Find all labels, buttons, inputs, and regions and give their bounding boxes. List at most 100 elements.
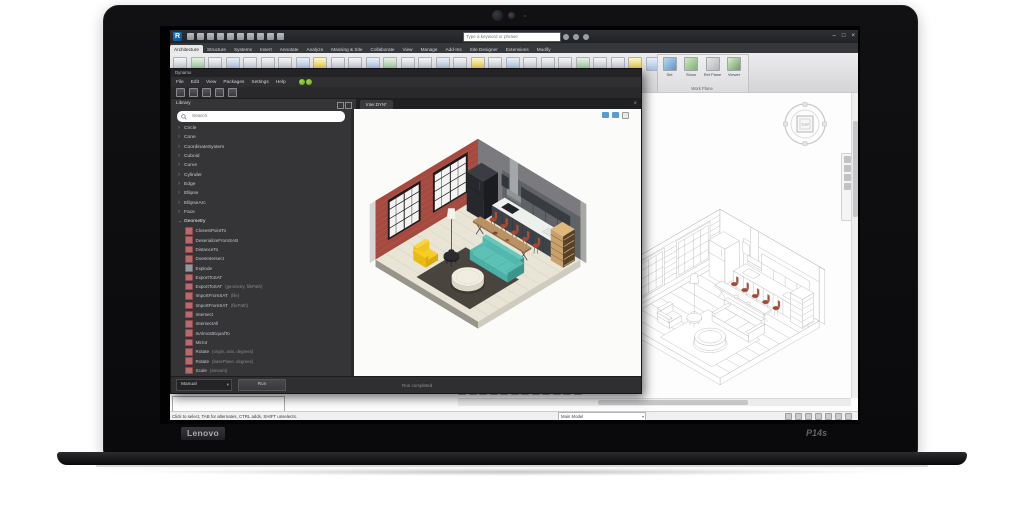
tab-manage[interactable]: Manage	[417, 45, 442, 53]
library-item-cylinder[interactable]: › Cylinder	[171, 170, 351, 179]
undo-icon[interactable]	[215, 88, 224, 97]
new-file-icon[interactable]	[176, 88, 185, 97]
library-item-cone[interactable]: › Cone	[171, 133, 351, 142]
library-node-exporttosat[interactable]: ExportToSAT	[171, 273, 351, 282]
qat-save-icon[interactable]	[186, 33, 194, 40]
tab-view[interactable]: View	[398, 45, 416, 53]
qat-undo-icon[interactable]	[206, 33, 214, 40]
help-icon[interactable]	[573, 33, 579, 40]
library-item-edge[interactable]: › Edge	[171, 180, 351, 189]
select-by-face-icon[interactable]	[824, 412, 832, 420]
library-node-intersectall[interactable]: IntersectAll	[171, 319, 351, 328]
window-minimize-button[interactable]: –	[833, 30, 836, 43]
library-item-ellipse[interactable]: › Ellipse	[171, 189, 351, 198]
qat-3dview-icon[interactable]	[256, 33, 264, 40]
workplane-refplane-button[interactable]: Ref Plane	[703, 57, 723, 77]
workplane-show-button[interactable]: Show	[681, 57, 701, 77]
tab-analyze[interactable]: Analyze	[303, 45, 328, 53]
library-node-closestpointto[interactable]: ClosestPointTo	[171, 226, 351, 235]
menu-settings[interactable]: Settings	[251, 80, 268, 85]
library-node-rotate-2[interactable]: Rotate (basePlane, degrees)	[171, 356, 351, 365]
tab-extensions[interactable]: Extensions	[502, 45, 533, 53]
library-item-curve[interactable]: › Curve	[171, 161, 351, 170]
drag-elements-icon[interactable]	[834, 412, 842, 420]
library-node-rotate[interactable]: Rotate (origin, axis, degrees)	[171, 347, 351, 356]
orbit-icon[interactable]	[844, 183, 851, 190]
dynamo-canvas[interactable]	[354, 109, 641, 376]
library-collapse-icon[interactable]	[337, 101, 344, 109]
menu-view[interactable]: View	[206, 80, 216, 85]
library-item-ellipsearc[interactable]: › EllipseArc	[171, 198, 351, 207]
menu-packages[interactable]: Packages	[223, 80, 244, 85]
library-node-scale[interactable]: Scale (amount)	[171, 366, 351, 375]
library-item-circle[interactable]: › Circle	[171, 124, 351, 133]
help-search-input[interactable]	[463, 31, 561, 42]
dynamo-titlebar[interactable]: Dynamo	[171, 69, 641, 77]
library-node-isalmostequalto[interactable]: IsAlmostEqualTo	[171, 329, 351, 338]
tab-collaborate[interactable]: Collaborate	[367, 45, 399, 53]
redo-icon[interactable]	[228, 88, 237, 97]
qat-redo-icon[interactable]	[216, 33, 224, 40]
qat-measure-icon[interactable]	[236, 33, 244, 40]
window-restore-button[interactable]: □	[842, 30, 846, 43]
menu-file[interactable]: File	[176, 80, 184, 85]
library-item-cuboid[interactable]: › Cuboid	[171, 152, 351, 161]
window-close-button[interactable]: ×	[851, 30, 855, 43]
horizontal-scrollbar-thumb[interactable]	[598, 400, 748, 405]
run-button[interactable]: Run	[238, 379, 286, 391]
qat-section-icon[interactable]	[266, 33, 274, 40]
viewcube-icon[interactable]: TOP	[782, 101, 828, 147]
signin-avatar-icon[interactable]	[563, 33, 569, 40]
workplane-viewer-button[interactable]: Viewer	[724, 57, 744, 77]
library-node-distanceto[interactable]: DistanceTo	[171, 245, 351, 254]
tab-add-ins[interactable]: Add-Ins	[442, 45, 466, 53]
tab-systems[interactable]: Systems	[230, 45, 256, 53]
library-node-deserializefromsab[interactable]: DeserializeFromSAB	[171, 236, 351, 245]
library-search-box[interactable]	[177, 111, 345, 122]
tab-massing-site[interactable]: Massing & Site	[327, 45, 366, 53]
library-node-doesintersect[interactable]: DoesIntersect	[171, 254, 351, 263]
qat-sync-icon[interactable]	[276, 33, 284, 40]
save-file-icon[interactable]	[202, 88, 211, 97]
steering-wheel-icon[interactable]	[844, 156, 851, 163]
library-node-mirror[interactable]: Mirror	[171, 338, 351, 347]
library-node-explode[interactable]: Explode	[171, 263, 351, 272]
tab-insert[interactable]: Insert	[256, 45, 276, 53]
workspace-close-icon[interactable]: ×	[633, 99, 637, 109]
qat-print-icon[interactable]	[226, 33, 234, 40]
library-search-input[interactable]	[190, 111, 341, 122]
tab-modify[interactable]: Modify	[533, 45, 555, 53]
select-underlay-icon[interactable]	[804, 412, 812, 420]
info-icon[interactable]	[583, 33, 589, 40]
vertical-scrollbar-thumb[interactable]	[853, 121, 858, 217]
tab-site-designer[interactable]: Site Designer	[466, 45, 502, 53]
select-links-icon[interactable]	[794, 412, 802, 420]
library-expand-icon[interactable]	[345, 101, 352, 109]
menu-edit[interactable]: Edit	[191, 80, 199, 85]
library-item-coordinatesystem[interactable]: › CoordinateSystem	[171, 143, 351, 152]
qat-open-icon[interactable]	[196, 33, 204, 40]
background-process-icon[interactable]	[844, 412, 852, 420]
select-pinned-icon[interactable]	[814, 412, 822, 420]
menu-help[interactable]: Help	[276, 80, 286, 85]
workplane-set-button[interactable]: Set	[660, 57, 680, 77]
library-node-exporttosat-2[interactable]: ExportToSAT (geometry, filePath)	[171, 282, 351, 291]
design-options-dropdown[interactable]: Main Model	[558, 412, 646, 420]
camera-icon[interactable]	[612, 112, 619, 118]
library-node-intersect[interactable]: Intersect	[171, 310, 351, 319]
library-node-importfromsat[interactable]: ImportFromSAT (file)	[171, 291, 351, 300]
open-file-icon[interactable]	[189, 88, 198, 97]
tab-annotate[interactable]: Annotate	[276, 45, 303, 53]
zoom-fit-icon[interactable]	[622, 112, 629, 119]
export-view-icon[interactable]	[602, 112, 609, 118]
workspace-tab[interactable]: Inter.DYN*	[360, 100, 393, 109]
pan-icon[interactable]	[844, 174, 851, 181]
zoom-icon[interactable]	[844, 165, 851, 172]
tab-structure[interactable]: Structure	[203, 45, 230, 53]
revit-logo-icon[interactable]: R	[173, 32, 182, 41]
qat-tag-icon[interactable]	[246, 33, 254, 40]
library-item-face[interactable]: › Face	[171, 208, 351, 217]
library-node-importfromsat-2[interactable]: ImportFromSAT (filePath)	[171, 301, 351, 310]
library-item-geometry[interactable]: › Geometry	[171, 217, 351, 226]
horizontal-scrollbar[interactable]	[458, 398, 851, 406]
